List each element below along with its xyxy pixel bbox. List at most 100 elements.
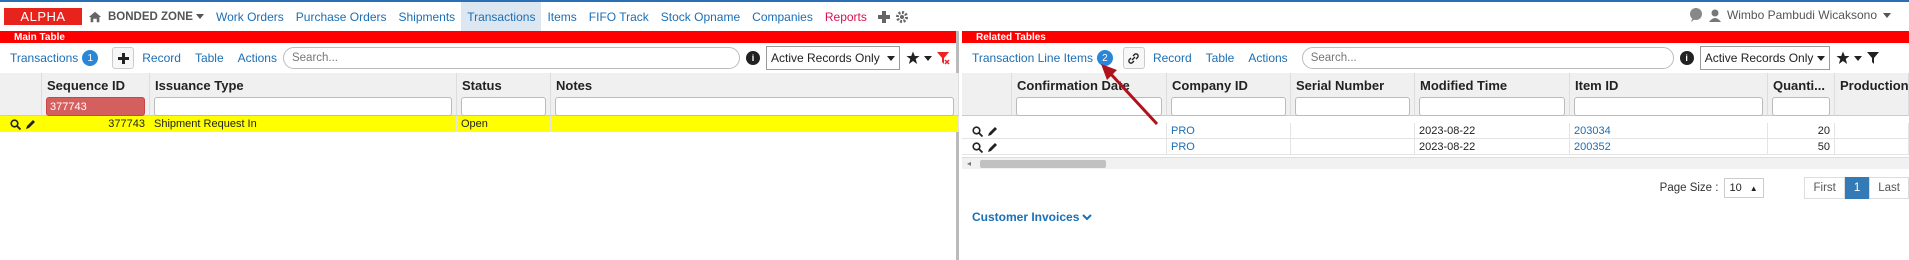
chevron-down-icon — [1883, 12, 1891, 18]
table-menu[interactable]: Table — [195, 51, 224, 65]
count-badge: 1 — [82, 50, 99, 66]
nav-companies[interactable]: Companies — [746, 2, 819, 31]
item-id-filter[interactable] — [1574, 97, 1763, 116]
records-filter-select[interactable]: Active Records Only — [1699, 46, 1830, 70]
col-label: Company ID — [1172, 78, 1248, 93]
plus-icon[interactable] — [877, 10, 891, 24]
cell-serial-number — [1291, 139, 1415, 155]
search-icon[interactable] — [972, 141, 983, 153]
clear-filter-icon[interactable] — [936, 51, 950, 65]
table-menu[interactable]: Table — [1206, 51, 1235, 65]
actions-menu[interactable]: Actions — [238, 51, 277, 65]
nav-transactions[interactable]: Transactions — [461, 2, 542, 31]
row-actions-header — [0, 73, 42, 116]
chevron-down-icon[interactable] — [1853, 55, 1862, 61]
pagination: Page Size : 10 ▲ First 1 Last — [1660, 177, 1909, 199]
page-size-select[interactable]: 10 ▲ — [1724, 178, 1765, 198]
cell-quantity: 20 — [1768, 123, 1835, 139]
chevron-down-icon[interactable] — [923, 55, 932, 61]
col-notes[interactable]: Notes — [551, 73, 959, 116]
chat-icon[interactable] — [1689, 8, 1703, 22]
search-input[interactable]: Search... — [1301, 47, 1674, 69]
user-menu[interactable]: Wimbo Pambudi Wicaksono — [1689, 8, 1891, 22]
last-page-button[interactable]: Last — [1869, 177, 1909, 199]
scrollbar-thumb[interactable] — [980, 160, 1106, 168]
col-company-id[interactable]: Company ID — [1167, 73, 1291, 116]
nav-purchase-orders[interactable]: Purchase Orders — [290, 2, 393, 31]
panel-title: Related Tables — [976, 31, 1046, 43]
cell-sequence-id: 377743 — [42, 116, 150, 132]
search-icon[interactable] — [972, 125, 983, 137]
nav-stock-opname[interactable]: Stock Opname — [655, 2, 746, 31]
modified-time-filter[interactable] — [1419, 97, 1565, 116]
edit-pencil-icon[interactable] — [987, 126, 998, 137]
col-sequence-id[interactable]: Sequence ID 377743 — [42, 73, 150, 116]
nav-reports[interactable]: Reports — [819, 2, 873, 31]
col-serial-number[interactable]: Serial Number — [1291, 73, 1415, 116]
nav-items[interactable]: Items — [541, 2, 582, 31]
chevron-down-icon — [886, 55, 895, 61]
row-actions-header — [962, 73, 1012, 116]
cell-company-id-link[interactable]: PRO — [1167, 139, 1291, 155]
scroll-left-icon[interactable]: ◂ — [967, 159, 971, 168]
chevron-down-icon — [195, 14, 204, 19]
col-modified-time[interactable]: Modified Time — [1415, 73, 1570, 116]
customer-invoices-link[interactable]: Customer Invoices — [972, 210, 1093, 224]
col-item-id[interactable]: Item ID — [1570, 73, 1768, 116]
col-issuance-type[interactable]: Issuance Type — [150, 73, 457, 116]
notes-filter[interactable] — [555, 97, 954, 116]
cell-company-id-link[interactable]: PRO — [1167, 123, 1291, 139]
main-nav: Work Orders Purchase Orders Shipments Tr… — [210, 2, 909, 31]
gear-icon[interactable] — [895, 10, 909, 24]
tab-transaction-line-items[interactable]: Transaction Line Items 2 — [972, 50, 1113, 66]
info-icon[interactable]: i — [1679, 51, 1694, 65]
company-id-filter[interactable] — [1171, 97, 1286, 116]
main-table-panel: Main Table Transactions 1 Record Table Ac… — [0, 31, 959, 260]
col-label: Issuance Type — [155, 78, 244, 93]
page-1-button[interactable]: 1 — [1844, 177, 1870, 199]
zone-selector[interactable]: BONDED ZONE — [108, 11, 204, 23]
search-input[interactable]: Search... — [282, 47, 740, 69]
col-quantity[interactable]: Quanti... — [1768, 73, 1835, 116]
info-icon[interactable]: i — [745, 51, 760, 65]
edit-pencil-icon[interactable] — [25, 119, 36, 130]
star-icon[interactable] — [906, 51, 920, 65]
sequence-id-filter[interactable]: 377743 — [46, 97, 145, 116]
col-label: Item ID — [1575, 78, 1619, 93]
col-label: Status — [462, 78, 502, 93]
horizontal-scrollbar[interactable]: ◂ — [962, 157, 1909, 169]
star-icon[interactable] — [1836, 51, 1850, 65]
annotation-arrow — [1101, 64, 1159, 126]
add-record-button[interactable] — [112, 47, 135, 69]
serial-number-filter[interactable] — [1295, 97, 1410, 116]
home-icon[interactable] — [88, 10, 102, 24]
brand-logo[interactable]: ALPHA — [4, 8, 82, 25]
row-actions — [962, 139, 1012, 155]
edit-pencil-icon[interactable] — [987, 142, 998, 153]
tab-transactions[interactable]: Transactions 1 — [10, 50, 99, 66]
zone-label: BONDED ZONE — [108, 10, 193, 23]
nav-fifo-track[interactable]: FIFO Track — [583, 2, 655, 31]
col-production[interactable]: Production — [1835, 73, 1909, 116]
nav-work-orders[interactable]: Work Orders — [210, 2, 290, 31]
first-page-button[interactable]: First — [1804, 177, 1845, 199]
cell-item-id-link[interactable]: 200352 — [1570, 139, 1768, 155]
table-row[interactable]: 377743 Shipment Request In Open — [0, 116, 959, 132]
nav-shipments[interactable]: Shipments — [392, 2, 461, 31]
table-row[interactable]: PRO 2023-08-22 200352 50 — [962, 139, 1909, 155]
col-status[interactable]: Status — [457, 73, 551, 116]
panel-title: Main Table — [14, 31, 65, 43]
panel-header: Main Table — [0, 31, 956, 43]
customer-invoices-label: Customer Invoices — [972, 210, 1080, 224]
records-filter-select[interactable]: Active Records Only — [765, 46, 900, 70]
record-menu[interactable]: Record — [142, 51, 181, 65]
quantity-filter[interactable] — [1772, 97, 1830, 116]
row-actions — [962, 123, 1012, 139]
cell-item-id-link[interactable]: 203034 — [1570, 123, 1768, 139]
filter-icon[interactable] — [1866, 51, 1880, 65]
search-icon[interactable] — [10, 118, 21, 130]
status-filter[interactable] — [461, 97, 546, 116]
issuance-type-filter[interactable] — [154, 97, 452, 116]
actions-menu[interactable]: Actions — [1248, 51, 1287, 65]
tab-label: Transactions — [10, 51, 79, 65]
